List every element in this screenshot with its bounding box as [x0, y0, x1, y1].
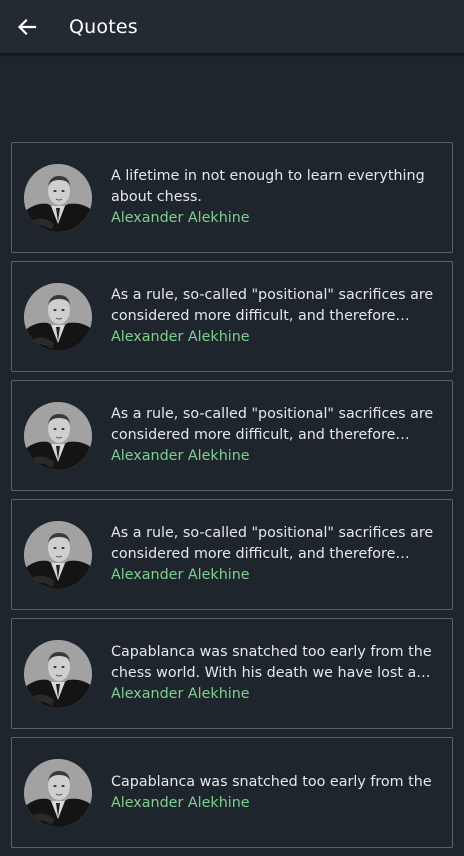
quotes-list: A lifetime in not enough to learn everyt…	[0, 142, 464, 856]
quote-author: Alexander Alekhine	[111, 210, 250, 226]
quote-author: Alexander Alekhine	[111, 567, 250, 583]
quote-text-block: Capablanca was snatched too early from t…	[111, 642, 442, 705]
page-title: Quotes	[69, 15, 138, 38]
author-avatar	[24, 163, 92, 232]
author-avatar	[24, 639, 92, 708]
arrow-left-icon	[17, 18, 37, 35]
quote-text: As a rule, so-called "positional" sacrif…	[111, 406, 434, 443]
app-bar: Quotes	[0, 0, 464, 54]
author-avatar	[24, 401, 92, 470]
quote-author: Alexander Alekhine	[111, 686, 250, 702]
quote-text-block: As a rule, so-called "positional" sacrif…	[111, 285, 442, 348]
quote-author: Alexander Alekhine	[111, 794, 250, 811]
quote-card[interactable]: As a rule, so-called "positional" sacrif…	[11, 380, 453, 491]
back-button[interactable]	[0, 0, 54, 54]
quote-author: Alexander Alekhine	[111, 448, 250, 464]
quote-text: Capablanca was snatched too early from t…	[111, 773, 432, 790]
author-avatar	[24, 282, 92, 351]
quote-card[interactable]: As a rule, so-called "positional" sacrif…	[11, 261, 453, 372]
quote-text: A lifetime in not enough to learn everyt…	[111, 168, 425, 205]
quote-text-block: Capablanca was snatched too early from t…	[111, 772, 442, 814]
quote-text: Capablanca was snatched too early from t…	[111, 644, 432, 681]
quote-text-block: As a rule, so-called "positional" sacrif…	[111, 404, 442, 467]
quote-card[interactable]: As a rule, so-called "positional" sacrif…	[11, 499, 453, 610]
quote-text: As a rule, so-called "positional" sacrif…	[111, 525, 434, 562]
quote-text-block: A lifetime in not enough to learn everyt…	[111, 166, 442, 229]
author-avatar	[24, 758, 92, 827]
quote-card[interactable]: A lifetime in not enough to learn everyt…	[11, 142, 453, 253]
quote-card[interactable]: Capablanca was snatched too early from t…	[11, 618, 453, 729]
quote-text: As a rule, so-called "positional" sacrif…	[111, 287, 434, 324]
quote-card[interactable]: Capablanca was snatched too early from t…	[11, 737, 453, 848]
quote-author: Alexander Alekhine	[111, 329, 250, 345]
quote-text-block: As a rule, so-called "positional" sacrif…	[111, 523, 442, 586]
author-avatar	[24, 520, 92, 589]
